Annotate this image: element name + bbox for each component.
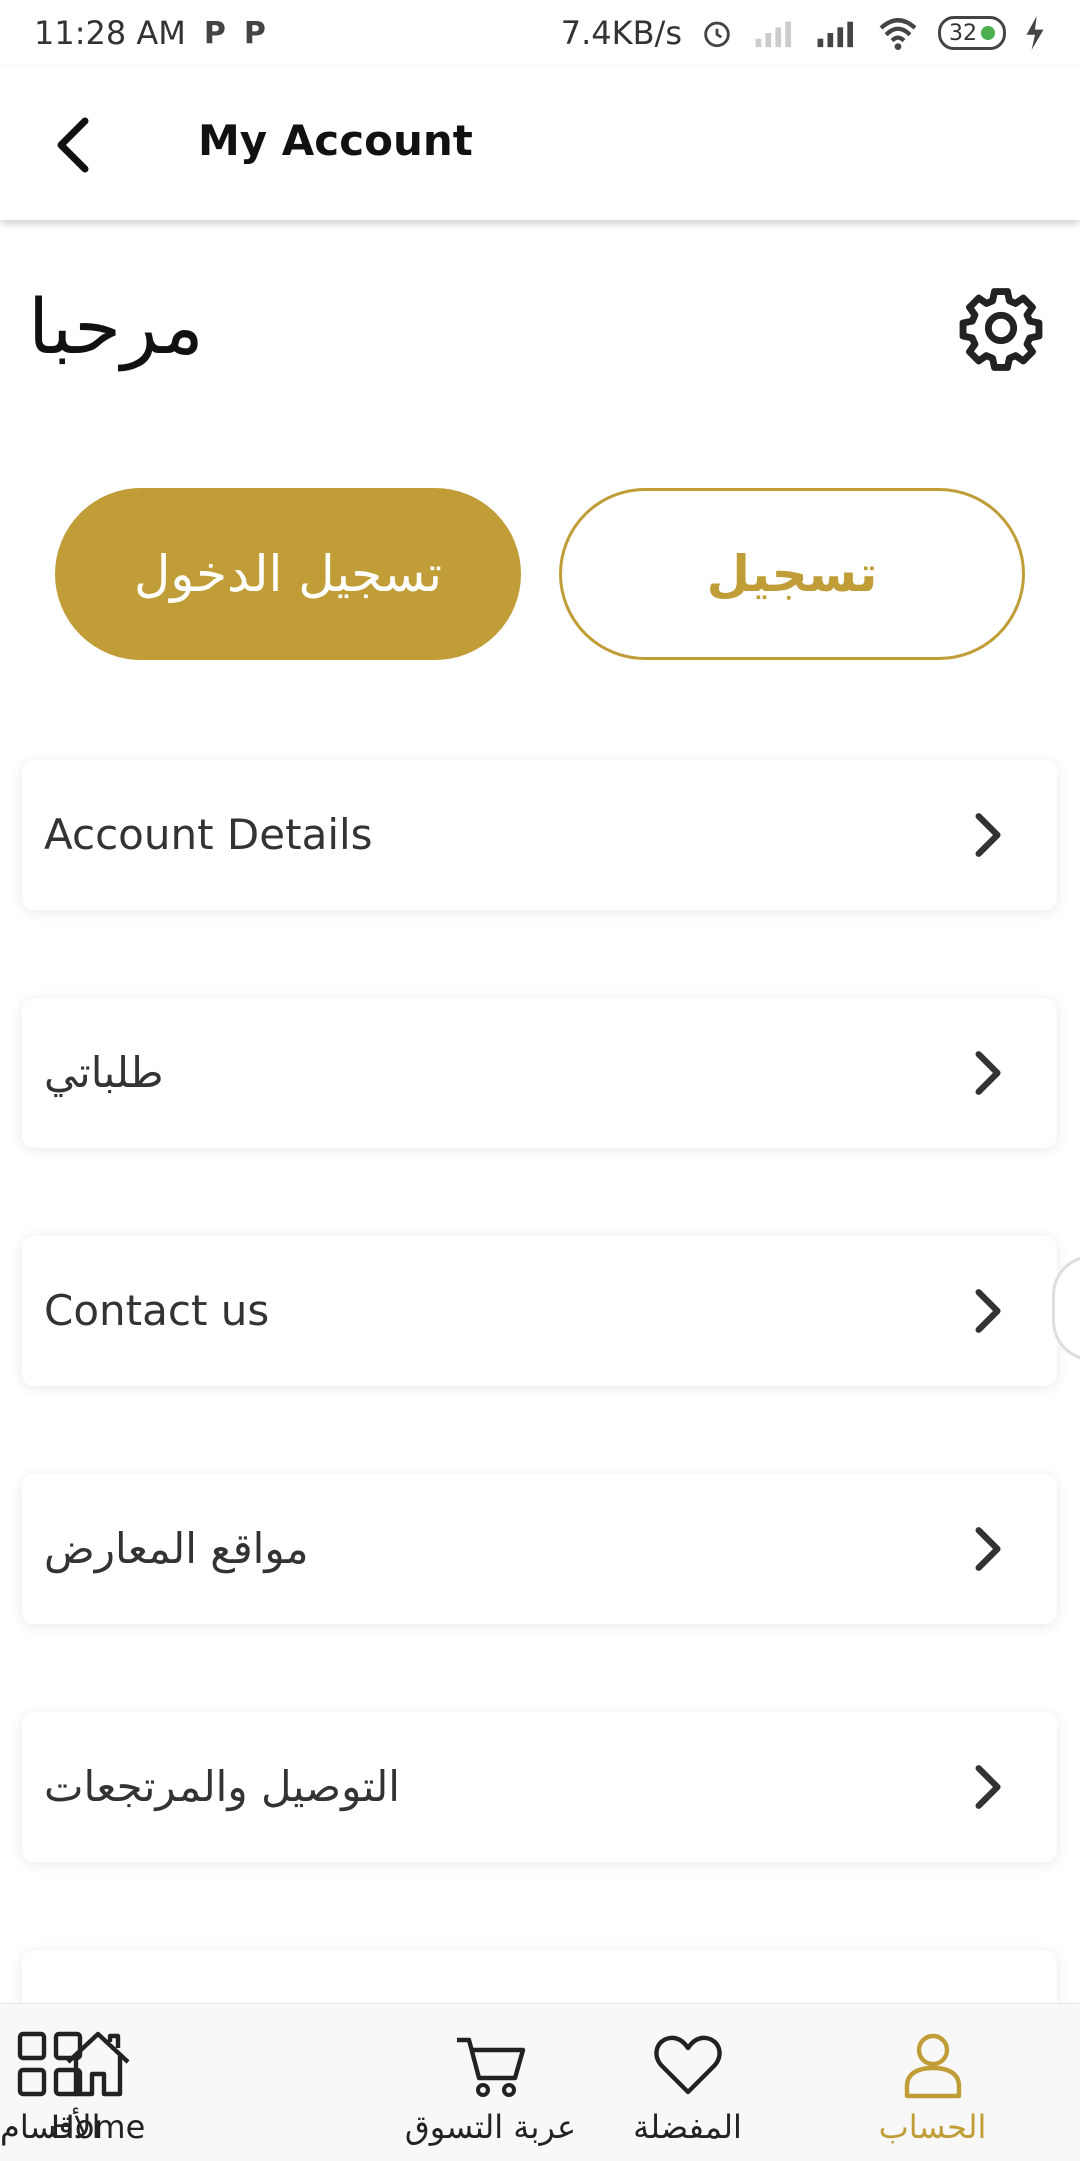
charging-icon <box>1026 16 1044 50</box>
nav-categories[interactable]: الأقسام <box>0 2004 101 2161</box>
chevron-right-icon <box>975 1765 1001 1809</box>
notification-icon: P <box>203 15 226 51</box>
alarm-icon <box>704 21 730 48</box>
cart-icon <box>456 2037 525 2097</box>
gear-icon <box>959 288 1043 371</box>
nav-label: عربة التسوق <box>404 2108 577 2146</box>
bottom-navigation: Home الأقسام عربة التسوق المفضلة الحساب <box>0 2003 1080 2161</box>
nav-label: المفضلة <box>633 2108 742 2146</box>
chevron-right-icon <box>975 813 1001 857</box>
page-title: My Account <box>198 116 473 165</box>
back-button[interactable] <box>38 110 108 180</box>
battery-icon: 32 <box>938 16 1006 50</box>
nav-label: الحساب <box>878 2108 987 2146</box>
person-icon <box>904 2033 961 2099</box>
signal-empty-icon <box>755 21 791 48</box>
chevron-right-icon <box>975 1289 1001 1333</box>
menu-item-label: Account Details <box>44 810 373 859</box>
menu-item-my-orders[interactable]: طلباتي <box>22 998 1057 1148</box>
menu-item-delivery-returns[interactable]: التوصيل والمرتجعات <box>22 1712 1057 1862</box>
battery-level: 32 <box>949 20 977 46</box>
menu-item-label: التوصيل والمرتجعات <box>44 1762 400 1811</box>
chevron-right-icon <box>975 1051 1001 1095</box>
menu-item-contact-us[interactable]: Contact us <box>22 1236 1057 1386</box>
menu-item-label: Contact us <box>44 1286 270 1335</box>
nav-cart[interactable]: عربة التسوق <box>398 2004 583 2161</box>
menu-item-label: طلباتي <box>44 1048 164 1097</box>
login-button[interactable]: تسجيل الدخول <box>55 488 521 660</box>
notification-icon: P <box>243 15 266 51</box>
status-bar: 11:28 AM P P 7.4KB/s 32 <box>0 0 1080 66</box>
nav-favorites[interactable]: المفضلة <box>620 2004 755 2161</box>
status-time: 11:28 AM <box>34 14 186 52</box>
menu-item-showroom-locations[interactable]: مواقع المعارض <box>22 1474 1057 1624</box>
app-bar: My Account <box>0 66 1080 220</box>
nav-label: الأقسام <box>0 2108 101 2146</box>
network-speed: 7.4KB/s <box>560 14 682 52</box>
nav-account[interactable]: الحساب <box>870 2004 995 2161</box>
chevron-left-icon <box>57 117 89 173</box>
signal-icon <box>817 21 853 48</box>
settings-button[interactable] <box>955 282 1047 374</box>
menu-item-account-details[interactable]: Account Details <box>22 760 1057 910</box>
grid-icon <box>18 2031 83 2097</box>
heart-icon <box>653 2035 722 2095</box>
register-button[interactable]: تسجيل <box>559 488 1025 660</box>
chevron-right-icon <box>975 1527 1001 1571</box>
greeting-text: مرحبا <box>28 282 204 371</box>
wifi-icon <box>879 18 917 50</box>
menu-item-label: مواقع المعارض <box>44 1524 309 1573</box>
